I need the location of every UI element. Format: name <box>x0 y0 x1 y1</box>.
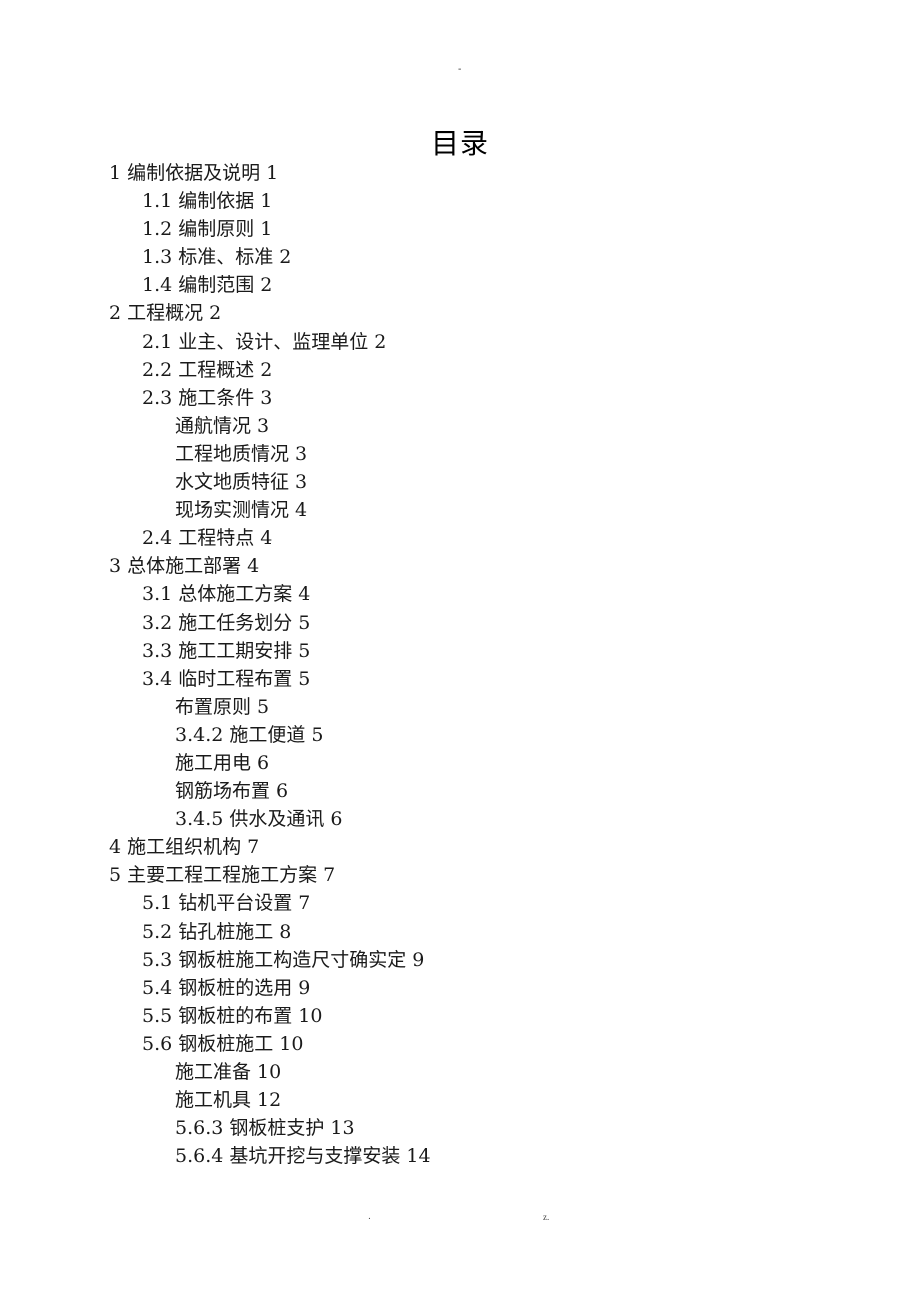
toc-entry-level-2[interactable]: 1.1 编制依据 1 <box>0 187 920 215</box>
toc-entry-level-1[interactable]: 2 工程概况 2 <box>0 299 920 327</box>
toc-entry-level-2[interactable]: 2.1 业主、设计、监理单位 2 <box>0 328 920 356</box>
toc-entry-level-3[interactable]: 3.4.2 施工便道 5 <box>0 721 920 749</box>
toc-entry-level-1[interactable]: 4 施工组织机构 7 <box>0 833 920 861</box>
toc-entry-level-3[interactable]: 施工机具 12 <box>0 1086 920 1114</box>
toc-entry-level-3[interactable]: 5.6.4 基坑开挖与支撑安装 14 <box>0 1142 920 1170</box>
toc-entry-level-2[interactable]: 5.4 钢板桩的选用 9 <box>0 974 920 1002</box>
footer-left-mark: . <box>368 1212 371 1222</box>
toc-entry-level-1[interactable]: 1 编制依据及说明 1 <box>0 159 920 187</box>
toc-entry-level-2[interactable]: 3.4 临时工程布置 5 <box>0 665 920 693</box>
toc-entry-level-2[interactable]: 5.3 钢板桩施工构造尺寸确实定 9 <box>0 946 920 974</box>
toc-entry-level-3[interactable]: 钢筋场布置 6 <box>0 777 920 805</box>
toc-entry-level-2[interactable]: 3.2 施工任务划分 5 <box>0 609 920 637</box>
toc-entry-level-3[interactable]: 水文地质特征 3 <box>0 468 920 496</box>
toc-entry-level-2[interactable]: 5.6 钢板桩施工 10 <box>0 1030 920 1058</box>
toc-entry-level-3[interactable]: 现场实测情况 4 <box>0 496 920 524</box>
toc-entry-level-3[interactable]: 5.6.3 钢板桩支护 13 <box>0 1114 920 1142</box>
toc-entry-level-2[interactable]: 2.3 施工条件 3 <box>0 384 920 412</box>
page-title: 目录 <box>430 127 489 160</box>
toc-entry-level-3[interactable]: 施工准备 10 <box>0 1058 920 1086</box>
toc-entry-level-3[interactable]: 布置原则 5 <box>0 693 920 721</box>
toc-entry-level-2[interactable]: 1.3 标准、标准 2 <box>0 243 920 271</box>
toc-entry-level-2[interactable]: 3.3 施工工期安排 5 <box>0 637 920 665</box>
toc-entry-level-2[interactable]: 2.4 工程特点 4 <box>0 524 920 552</box>
toc-entry-level-1[interactable]: 5 主要工程工程施工方案 7 <box>0 861 920 889</box>
table-of-contents: 1 编制依据及说明 1 1.1 编制依据 1 1.2 编制原则 1 1.3 标准、标准… <box>0 159 920 1170</box>
toc-entry-level-1[interactable]: 3 总体施工部署 4 <box>0 552 920 580</box>
header-mark: - <box>458 64 462 75</box>
toc-entry-level-2[interactable]: 5.5 钢板桩的布置 10 <box>0 1002 920 1030</box>
footer-right-mark: z. <box>543 1212 550 1222</box>
toc-entry-level-2[interactable]: 5.2 钻孔桩施工 8 <box>0 918 920 946</box>
toc-entry-level-2[interactable]: 1.2 编制原则 1 <box>0 215 920 243</box>
toc-entry-level-2[interactable]: 1.4 编制范围 2 <box>0 271 920 299</box>
toc-entry-level-2[interactable]: 2.2 工程概述 2 <box>0 356 920 384</box>
toc-entry-level-2[interactable]: 3.1 总体施工方案 4 <box>0 580 920 608</box>
toc-entry-level-2[interactable]: 5.1 钻机平台设置 7 <box>0 889 920 917</box>
toc-entry-level-3[interactable]: 工程地质情况 3 <box>0 440 920 468</box>
toc-entry-level-3[interactable]: 施工用电 6 <box>0 749 920 777</box>
toc-entry-level-3[interactable]: 通航情况 3 <box>0 412 920 440</box>
toc-entry-level-3[interactable]: 3.4.5 供水及通讯 6 <box>0 805 920 833</box>
